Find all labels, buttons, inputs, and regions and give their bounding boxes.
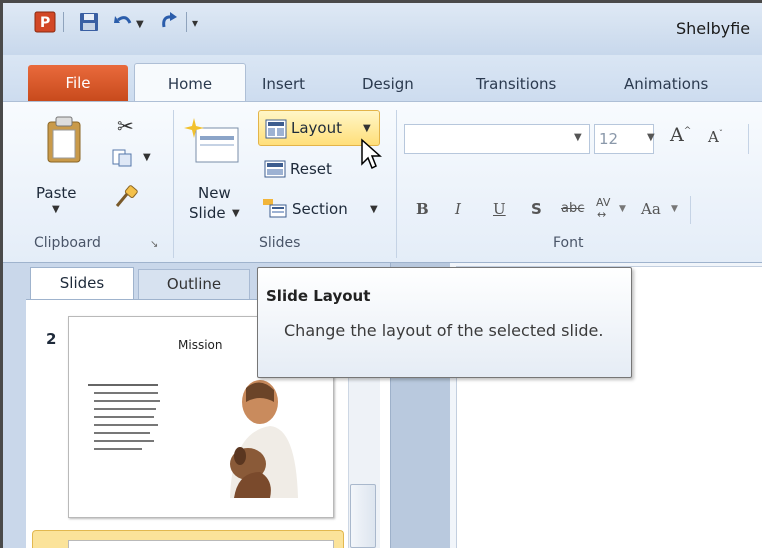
character-spacing-icon: ↔ [597, 208, 607, 221]
powerpoint-logo-icon[interactable]: P [34, 11, 56, 33]
tab-outline[interactable]: Outline [138, 269, 250, 299]
tab-file[interactable]: File [28, 65, 128, 101]
font-name-dropdown-icon[interactable]: ▼ [574, 132, 582, 143]
redo-icon[interactable] [158, 11, 180, 33]
change-case-button[interactable]: Aa [641, 200, 661, 218]
undo-dropdown-icon[interactable]: ▼ [136, 19, 144, 30]
svg-text:P: P [40, 15, 50, 31]
section-dropdown-icon[interactable]: ▼ [370, 204, 378, 215]
qat-separator [63, 12, 64, 32]
section-icon[interactable] [262, 197, 288, 223]
font-separator [690, 196, 691, 224]
tab-transitions[interactable]: Transitions [476, 67, 556, 101]
tab-slides[interactable]: Slides [30, 267, 134, 299]
format-painter-icon[interactable] [113, 184, 139, 214]
slide-number: 2 [46, 330, 57, 348]
font-name-combo[interactable] [404, 124, 590, 154]
font-size-dropdown-icon[interactable]: ▼ [647, 132, 655, 143]
slides-group-label: Slides [259, 235, 301, 251]
reset-button[interactable]: Reset [290, 160, 332, 178]
font-separator [748, 124, 749, 154]
customize-qat-icon[interactable]: ▾ [192, 16, 198, 30]
qat-separator [186, 12, 187, 32]
character-spacing-dropdown-icon[interactable]: ▼ [619, 204, 626, 214]
layout-icon [265, 119, 287, 143]
paste-button[interactable]: Paste [36, 184, 77, 202]
font-size-value: 12 [599, 130, 619, 148]
paste-icon[interactable] [44, 114, 84, 180]
tooltip-title: Slide Layout [266, 287, 371, 305]
thumbnail-photo-icon [220, 372, 300, 502]
group-separator [396, 110, 397, 258]
clipboard-launcher-icon[interactable]: ↘ [150, 239, 158, 250]
cut-icon[interactable]: ✂ [117, 114, 134, 138]
section-button[interactable]: Section [292, 200, 348, 218]
bold-button[interactable]: B [416, 200, 429, 218]
clipboard-group-label: Clipboard [34, 235, 101, 251]
tab-insert[interactable]: Insert [262, 67, 305, 101]
underline-button[interactable]: U [493, 200, 506, 218]
layout-label: Layout [291, 119, 342, 137]
copy-icon[interactable] [111, 148, 137, 172]
font-group-label: Font [553, 235, 584, 251]
tooltip-description: Change the layout of the selected slide. [284, 321, 604, 340]
text-shadow-button[interactable]: S [531, 200, 542, 218]
new-slide-label-line2[interactable]: Slide [189, 204, 226, 222]
shrink-font-icon[interactable]: Aˇ [708, 128, 723, 146]
paste-dropdown-icon[interactable]: ▼ [52, 204, 60, 215]
mouse-cursor-icon [360, 138, 382, 174]
window-title: Shelbyfie [676, 19, 751, 38]
tab-animations[interactable]: Animations [624, 67, 708, 101]
tab-design[interactable]: Design [362, 67, 414, 101]
new-slide-label[interactable]: New [198, 184, 231, 202]
new-slide-icon[interactable] [182, 114, 242, 174]
thumbnail-bullet-text [88, 380, 208, 462]
font-size-combo[interactable]: 12 [594, 124, 654, 154]
scrollbar-thumb[interactable] [350, 484, 376, 548]
next-slide-thumbnail[interactable] [68, 540, 334, 548]
undo-icon[interactable] [112, 11, 134, 33]
strikethrough-button[interactable]: abc [561, 201, 584, 216]
thumbnail-title: Mission [178, 338, 223, 352]
copy-dropdown-icon[interactable]: ▼ [143, 152, 151, 163]
italic-button[interactable]: I [455, 200, 461, 218]
reset-icon[interactable] [263, 157, 287, 183]
layout-dropdown-icon: ▼ [363, 123, 371, 134]
group-separator [173, 110, 174, 258]
grow-font-icon[interactable]: A^ [670, 124, 691, 146]
change-case-dropdown-icon[interactable]: ▼ [671, 204, 678, 214]
save-icon[interactable] [78, 11, 100, 33]
new-slide-dropdown-icon[interactable]: ▼ [232, 208, 240, 219]
tab-home[interactable]: Home [134, 63, 246, 103]
